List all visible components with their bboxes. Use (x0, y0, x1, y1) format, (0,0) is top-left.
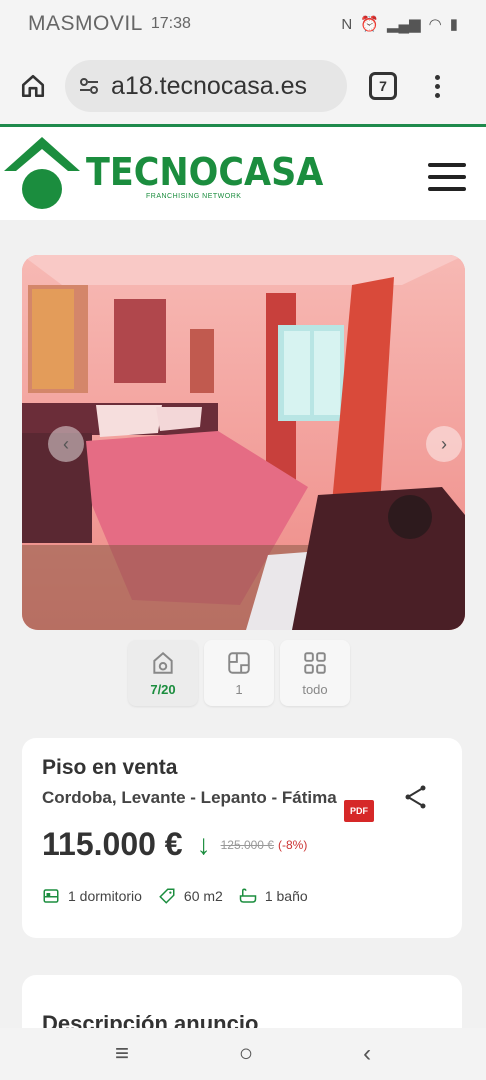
alarm-icon: ⏰ (360, 16, 379, 33)
status-bar: MASMOVIL 17:38 N ⏰ ▂▄▆ ◠ ▮ (0, 0, 486, 48)
home-icon (21, 74, 45, 98)
property-features: 1 dormitorio 60 m2 1 baño (42, 887, 442, 905)
recent-apps-icon[interactable]: ≡ (115, 1040, 129, 1068)
browser-menu-button[interactable] (427, 74, 447, 98)
chevron-left-icon: ‹ (63, 433, 69, 454)
home-nav-icon[interactable]: ○ (239, 1040, 254, 1068)
tab-photos-label: 7/20 (150, 681, 176, 697)
site-settings-icon[interactable] (77, 74, 101, 98)
property-location: Cordoba, Levante - Lepanto - Fátima (42, 788, 337, 807)
url-text: a18.tecnocasa.es (111, 71, 307, 100)
bedroom-photo (22, 255, 465, 630)
listing-photo[interactable] (22, 255, 465, 630)
bath-icon (239, 888, 257, 903)
nfc-icon: N (341, 15, 353, 33)
bedrooms-label: 1 dormitorio (68, 888, 142, 904)
battery-icon: ▮ (449, 16, 458, 33)
area-label: 60 m2 (183, 888, 223, 904)
next-photo-button[interactable]: › (426, 426, 462, 462)
feature-bedrooms: 1 dormitorio (42, 887, 142, 905)
chevron-right-icon: › (441, 433, 447, 454)
feature-area: 60 m2 (158, 887, 223, 905)
tab-photos[interactable]: 7/20 (128, 640, 198, 706)
pdf-label: PDF (350, 806, 368, 816)
price-drop-icon: ↓ (196, 828, 211, 860)
signal-icon: ▂▄▆ (386, 16, 421, 33)
status-icons: N ⏰ ▂▄▆ ◠ ▮ (341, 15, 458, 34)
price: 115.000 € (42, 826, 183, 862)
tab-floorplan-label: 1 (235, 681, 243, 697)
pdf-download-button[interactable]: PDF (344, 800, 374, 822)
home-button[interactable] (13, 66, 53, 106)
tab-floorplan[interactable]: 1 (204, 640, 274, 706)
feature-bathrooms: 1 baño (239, 887, 308, 905)
previous-photo-button[interactable]: ‹ (48, 426, 84, 462)
house-logo-icon (4, 137, 80, 209)
floorplan-icon (228, 651, 250, 674)
bed-icon (43, 889, 59, 903)
carrier-name: MASMOVIL (28, 12, 143, 35)
camera-icon (153, 651, 173, 674)
tecnocasa-logo[interactable]: TECNOCASA FRANCHISING NETWORK (2, 135, 344, 213)
system-nav-bar: ≡ ○ ‹ (0, 1028, 486, 1080)
listing-summary-card: Piso en venta Cordoba, Levante - Lepanto… (22, 738, 462, 938)
grid-icon (304, 651, 326, 674)
back-icon[interactable]: ‹ (363, 1040, 371, 1068)
tab-count: 7 (379, 78, 387, 94)
discount-percent: (-8%) (277, 837, 308, 852)
old-price: 125.000 € (220, 837, 274, 852)
address-bar[interactable]: a18.tecnocasa.es (65, 60, 347, 112)
tag-icon (159, 888, 175, 904)
site-header: TECNOCASA FRANCHISING NETWORK (0, 124, 486, 220)
clock: 17:38 (150, 15, 191, 32)
share-icon[interactable] (404, 784, 428, 810)
tab-all-label: todo (302, 681, 328, 697)
brand-tagline: FRANCHISING NETWORK (146, 193, 242, 200)
browser-toolbar: a18.tecnocasa.es 7 (0, 48, 486, 124)
tab-all[interactable]: todo (280, 640, 350, 706)
tab-switcher-button[interactable]: 7 (369, 72, 397, 100)
gallery-tabs: 7/20 1 todo (128, 640, 350, 706)
bathrooms-label: 1 baño (264, 888, 308, 904)
brand-name: TECNOCASA (86, 150, 324, 194)
property-type: Piso en venta (42, 756, 178, 779)
wifi-icon: ◠ (428, 16, 442, 33)
site-menu-button[interactable] (428, 163, 466, 191)
